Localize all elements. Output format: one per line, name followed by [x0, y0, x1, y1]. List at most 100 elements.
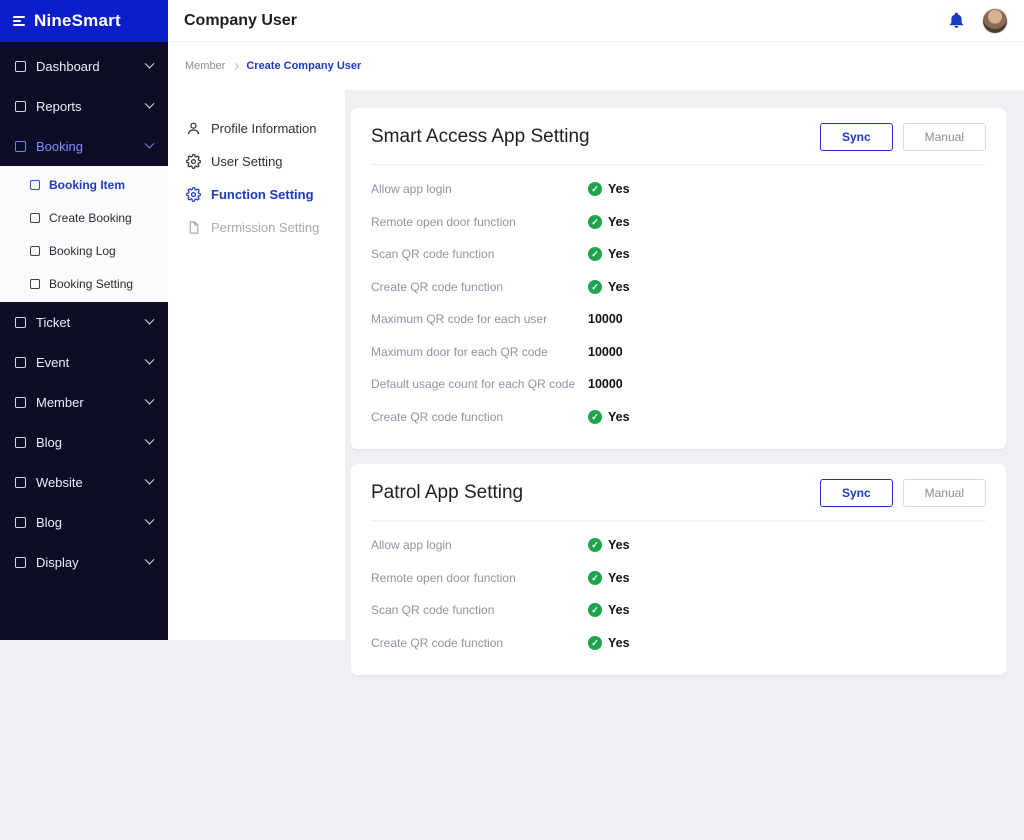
user-avatar[interactable]: [982, 7, 1008, 34]
sidebar-item-label: Reports: [36, 98, 82, 114]
document-icon: [186, 220, 201, 235]
breadcrumb-chevron-icon: [232, 62, 240, 70]
menu-square-icon: [15, 140, 26, 152]
chevron-down-icon: [144, 554, 155, 565]
menu-square-icon: [15, 356, 26, 368]
setting-value-text: Yes: [608, 570, 630, 585]
chevron-down-icon: [144, 514, 155, 525]
setting-row: Maximum door for each QR code 10000: [371, 336, 986, 369]
sidebar-subitem-booking-log[interactable]: Booking Log: [0, 234, 168, 267]
chevron-down-icon: [144, 434, 155, 445]
top-bar: Company User: [168, 0, 1024, 42]
setting-value: ✓ Yes: [588, 182, 630, 197]
sidebar-item-ticket-3[interactable]: Ticket: [0, 302, 168, 342]
chevron-down-icon: [144, 354, 155, 365]
manual-button[interactable]: Manual: [902, 479, 986, 507]
sidebar-item-event-4[interactable]: Event: [0, 342, 168, 382]
sidebar-item-dashboard-0[interactable]: Dashboard: [0, 46, 168, 86]
chevron-down-icon: [144, 138, 155, 149]
sidebar-item-blog-6[interactable]: Blog: [0, 422, 168, 462]
setting-value-text: Yes: [608, 182, 630, 197]
sidebar-item-label: Booking: [36, 138, 83, 154]
menu-square-icon: [30, 212, 40, 223]
setting-row: Allow app login ✓ Yes: [371, 173, 986, 206]
setting-label: Scan QR code function: [371, 247, 495, 262]
setting-value-text: Yes: [608, 635, 630, 650]
brand[interactable]: NineSmart: [0, 0, 168, 42]
setting-label: Maximum door for each QR code: [371, 344, 548, 359]
setting-value-text: Yes: [608, 538, 630, 553]
check-circle-icon: ✓: [588, 635, 602, 650]
sidebar-item-label: Dashboard: [36, 58, 100, 74]
sidebar-item-label: Blog: [36, 434, 63, 450]
menu-square-icon: [15, 436, 26, 448]
setting-row: Remote open door function ✓ Yes: [371, 206, 986, 239]
sidebar-item-blog-8[interactable]: Blog: [0, 502, 168, 542]
card-actions: Sync Manual: [819, 123, 986, 151]
menu-square-icon: [15, 396, 26, 408]
setting-value: ✓ Yes: [588, 247, 630, 262]
sidebar-item-website-7[interactable]: Website: [0, 462, 168, 502]
subnav-item-user-setting[interactable]: User Setting: [168, 145, 345, 178]
setting-label: Allow app login: [371, 182, 452, 197]
menu-square-icon: [15, 556, 26, 568]
content-area: Profile Information User Setting Function …: [168, 90, 1024, 675]
check-circle-icon: ✓: [588, 538, 602, 553]
sidebar-item-member-5[interactable]: Member: [0, 382, 168, 422]
card-smart-access-app-setting: Smart Access App Setting Sync Manual Allow …: [351, 108, 1006, 449]
menu-square-icon: [30, 179, 40, 190]
chevron-down-icon: [144, 58, 155, 69]
sidebar-subitem-booking-item[interactable]: Booking Item: [0, 168, 168, 201]
sidebar-item-label: Event: [36, 354, 70, 370]
sync-button[interactable]: Sync: [819, 123, 893, 151]
sidebar-item-label: Website: [36, 474, 83, 490]
menu-square-icon: [15, 516, 26, 528]
chevron-down-icon: [144, 314, 155, 325]
setting-value: ✓ Yes: [588, 635, 630, 650]
setting-label: Maximum QR code for each user: [371, 312, 548, 327]
card-rows: Allow app login ✓ Yes Remote open door func…: [371, 165, 986, 433]
subnav-item-permission-setting[interactable]: Permission Setting: [168, 211, 345, 244]
setting-row: Scan QR code function ✓ Yes: [371, 594, 986, 627]
sidebar-subitem-booking-setting[interactable]: Booking Setting: [0, 267, 168, 300]
setting-value: 10000: [588, 377, 623, 391]
setting-value: 10000: [588, 345, 623, 359]
subnav-item-profile-information[interactable]: Profile Information: [168, 112, 345, 145]
breadcrumb-item[interactable]: Member: [185, 60, 225, 72]
setting-value: ✓ Yes: [588, 538, 630, 553]
breadcrumb-current: Create Company User: [246, 60, 362, 72]
check-circle-icon: ✓: [588, 279, 602, 294]
card-rows: Allow app login ✓ Yes Remote open door func…: [371, 521, 986, 659]
setting-value-text: Yes: [608, 603, 630, 618]
sidebar-item-reports-1[interactable]: Reports: [0, 86, 168, 126]
check-circle-icon: ✓: [588, 603, 602, 618]
cards-container: Smart Access App Setting Sync Manual Allow …: [351, 108, 1006, 840]
menu-square-icon: [30, 245, 40, 256]
sync-button[interactable]: Sync: [819, 479, 893, 507]
setting-value: ✓ Yes: [588, 570, 630, 585]
sidebar-item-display-9[interactable]: Display: [0, 542, 168, 582]
subnav-item-label: Profile Information: [211, 121, 317, 136]
setting-row: Create QR code function ✓ Yes: [371, 401, 986, 434]
brand-logo-icon: [13, 16, 25, 26]
menu-square-icon: [15, 60, 26, 72]
manual-button[interactable]: Manual: [902, 123, 986, 151]
setting-value: 10000: [588, 312, 623, 326]
sidebar-subitem-create-booking[interactable]: Create Booking: [0, 201, 168, 234]
setting-value-text: Yes: [608, 279, 630, 294]
breadcrumb: Member Create Company User: [168, 42, 1024, 90]
notification-bell-icon[interactable]: [947, 11, 966, 30]
menu-square-icon: [15, 316, 26, 328]
menu-square-icon: [15, 100, 26, 112]
check-circle-icon: ✓: [588, 247, 602, 262]
setting-row: Maximum QR code for each user 10000: [371, 303, 986, 336]
chevron-down-icon: [144, 394, 155, 405]
sidebar-item-booking-2[interactable]: Booking: [0, 126, 168, 166]
check-circle-icon: ✓: [588, 182, 602, 197]
sidebar: NineSmart Dashboard Reports Booking Booking…: [0, 0, 168, 640]
sidebar-subitem-label: Booking Log: [49, 243, 116, 258]
subnav-item-function-setting[interactable]: Function Setting: [168, 178, 345, 211]
card-title: Patrol App Setting: [371, 482, 524, 503]
setting-label: Default usage count for each QR code: [371, 377, 576, 392]
sidebar-item-label: Display: [36, 554, 79, 570]
